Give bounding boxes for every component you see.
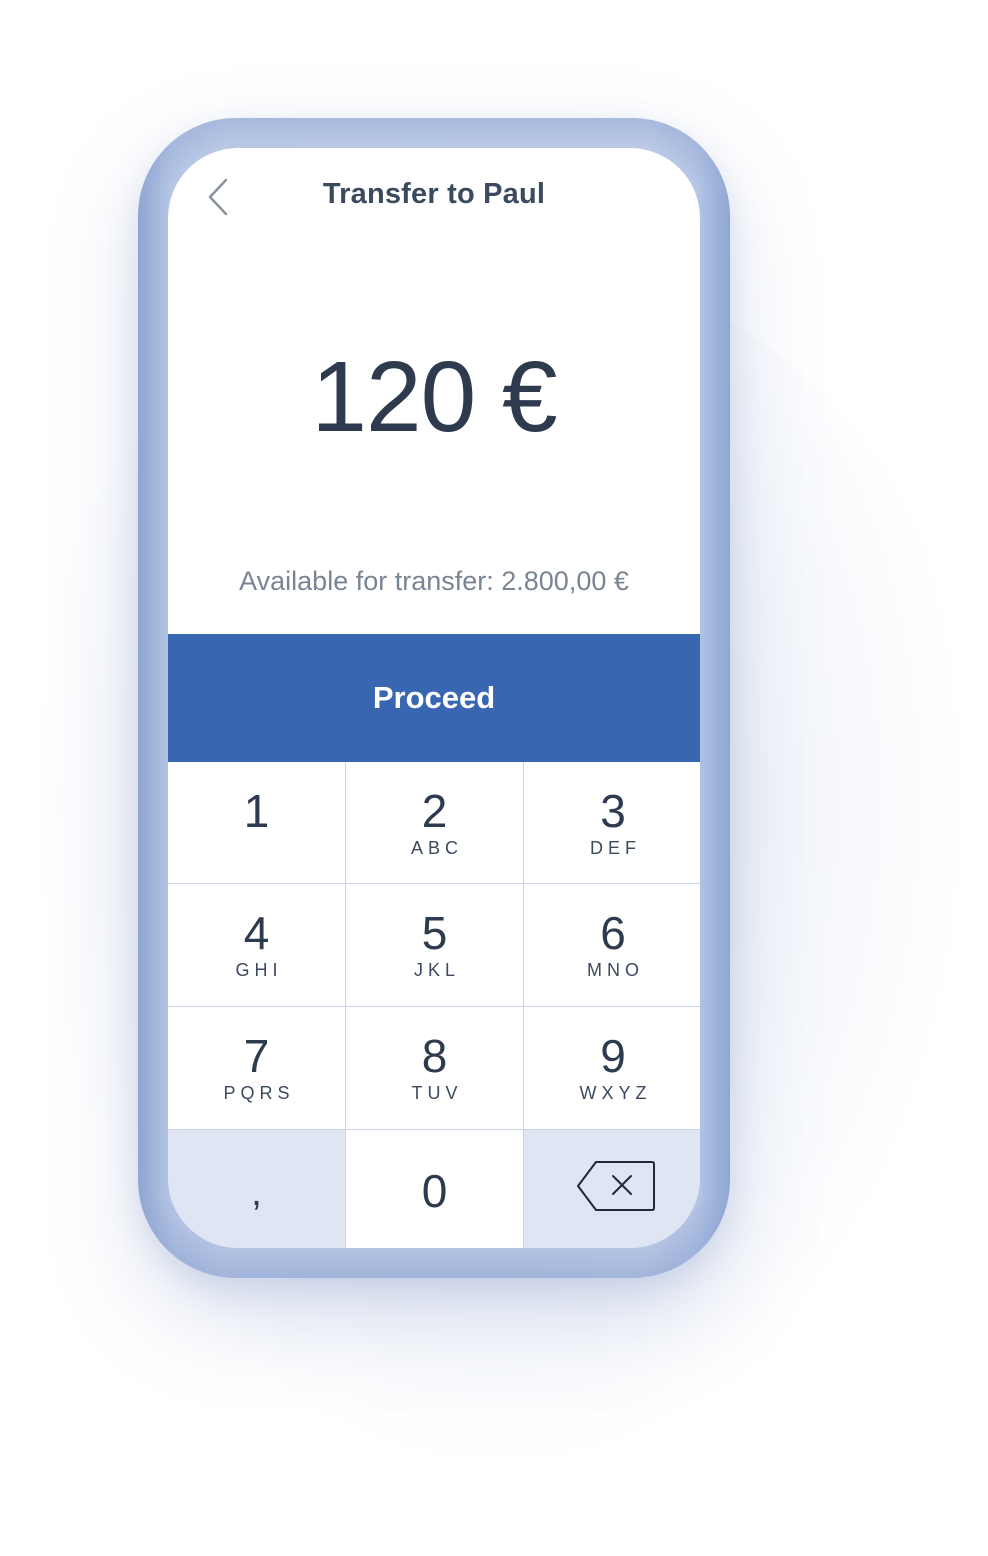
key-digit: 3 bbox=[600, 785, 626, 837]
key-2[interactable]: 2 ABC bbox=[346, 762, 523, 883]
available-balance: Available for transfer: 2.800,00 € bbox=[239, 566, 629, 596]
key-comma-label: , bbox=[251, 1172, 262, 1214]
key-3[interactable]: 3 DEF bbox=[524, 762, 700, 883]
key-comma[interactable]: , bbox=[168, 1130, 345, 1248]
key-6[interactable]: 6 MNO bbox=[524, 884, 700, 1006]
transfer-amount: 120 € bbox=[311, 341, 557, 453]
key-digit: 5 bbox=[421, 907, 448, 959]
key-7[interactable]: 7 PQRS bbox=[168, 1007, 345, 1129]
key-digit: 6 bbox=[600, 907, 626, 959]
key-digit: 1 bbox=[243, 785, 270, 837]
key-letters: GHI bbox=[235, 960, 283, 980]
key-letters: ABC bbox=[410, 838, 463, 858]
key-digit: 2 bbox=[421, 785, 448, 837]
key-5[interactable]: 5 JKL bbox=[346, 884, 523, 1006]
key-letters: JKL bbox=[413, 960, 461, 980]
key-letters: DEF bbox=[590, 838, 641, 858]
key-letters: WXYZ bbox=[579, 1083, 652, 1103]
header: Transfer to Paul bbox=[168, 148, 700, 248]
key-digit: 0 bbox=[421, 1165, 448, 1217]
key-letters: MNO bbox=[587, 960, 644, 980]
key-8[interactable]: 8 TUV bbox=[346, 1007, 523, 1129]
page-title: Transfer to Paul bbox=[322, 178, 546, 210]
key-0[interactable]: 0 bbox=[346, 1130, 523, 1248]
phone-frame: Transfer to Paul 120 € Available for tra… bbox=[138, 118, 730, 1278]
key-digit: 8 bbox=[421, 1030, 448, 1082]
backspace-icon bbox=[577, 1161, 655, 1211]
key-digit: 9 bbox=[600, 1030, 626, 1082]
key-letters: PQRS bbox=[223, 1083, 295, 1103]
key-backspace[interactable] bbox=[524, 1130, 700, 1248]
phone-screen: Transfer to Paul 120 € Available for tra… bbox=[168, 148, 700, 1248]
key-9[interactable]: 9 WXYZ bbox=[524, 1007, 700, 1129]
numeric-keypad: 1 2 ABC 3 DEF 4 GHI 5 JKL 6 MNO 7 PQRS 8… bbox=[168, 762, 700, 1248]
proceed-button[interactable]: Proceed bbox=[168, 634, 700, 762]
key-1[interactable]: 1 bbox=[168, 762, 345, 883]
key-4[interactable]: 4 GHI bbox=[168, 884, 345, 1006]
key-digit: 7 bbox=[243, 1030, 270, 1082]
key-digit: 4 bbox=[243, 907, 270, 959]
key-letters: TUV bbox=[411, 1083, 463, 1103]
